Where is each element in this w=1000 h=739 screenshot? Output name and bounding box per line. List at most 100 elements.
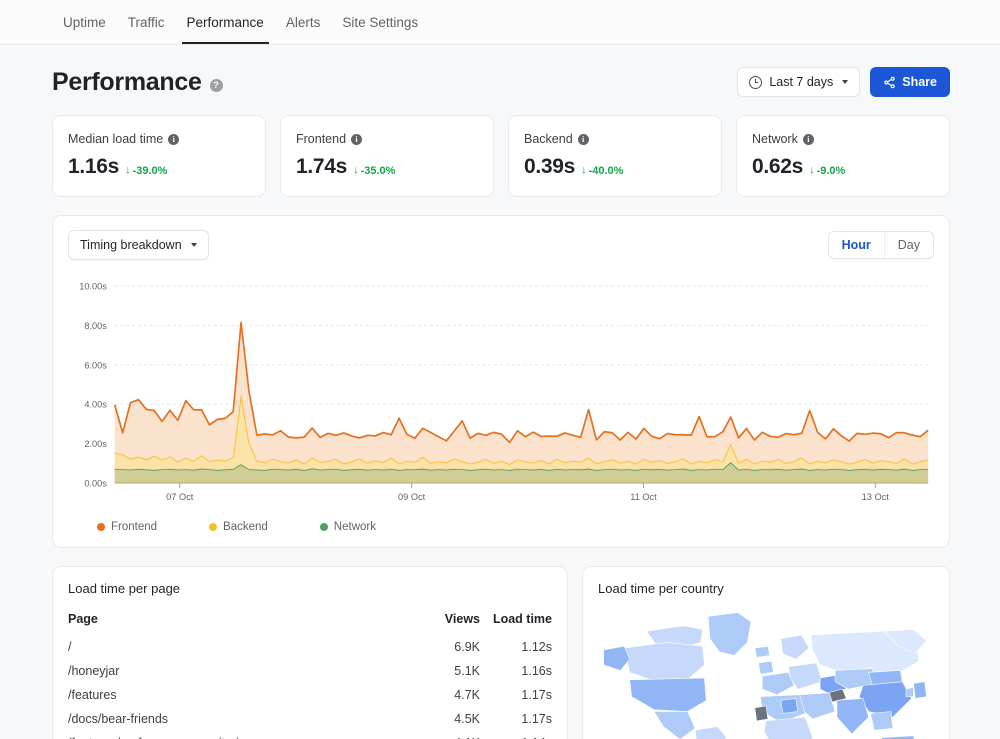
metric-delta: ↓ -35.0% xyxy=(353,165,395,177)
map-region xyxy=(630,678,707,712)
title-group: Performance ? xyxy=(52,68,223,97)
map-region xyxy=(781,635,809,659)
cell-load-time: 1.12s xyxy=(480,635,552,659)
metric-value-row: 1.16s ↓ -39.0% xyxy=(68,155,250,179)
page-header: Performance ? Last 7 days Share xyxy=(0,45,1000,97)
metric-label-row: Network i xyxy=(752,132,934,146)
table-header-row: Page Views Load time xyxy=(68,607,552,635)
timing-breakdown-label: Timing breakdown xyxy=(80,238,182,252)
metric-card-backend: Backend i 0.39s ↓ -40.0% xyxy=(508,115,722,197)
metric-card-frontend: Frontend i 1.74s ↓ -35.0% xyxy=(280,115,494,197)
metric-delta-value: -9.0% xyxy=(817,165,846,177)
map-region xyxy=(871,712,893,731)
metric-label: Network xyxy=(752,132,798,146)
map-region xyxy=(755,646,770,657)
header-actions: Last 7 days Share xyxy=(737,67,950,97)
table-row[interactable]: /features/performance-monitoring 4.1K 1.… xyxy=(68,731,552,739)
timing-breakdown-select[interactable]: Timing breakdown xyxy=(68,230,209,260)
cell-load-time: 1.16s xyxy=(480,659,552,683)
cell-views: 5.1K xyxy=(394,659,480,683)
map-region xyxy=(654,712,695,739)
metric-cards: Median load time i 1.16s ↓ -39.0% Fronte… xyxy=(0,97,1000,197)
map-region xyxy=(764,717,813,739)
map-region xyxy=(624,642,704,681)
legend-dot-frontend xyxy=(97,523,105,531)
x-axis-tick-label: 13 Oct xyxy=(862,492,890,502)
metric-delta: ↓ -39.0% xyxy=(125,165,167,177)
info-icon[interactable]: i xyxy=(803,134,814,145)
panel-title: Load time per country xyxy=(598,581,934,596)
interval-day-button[interactable]: Day xyxy=(884,232,933,258)
tab-alerts[interactable]: Alerts xyxy=(275,0,332,44)
map-region xyxy=(755,706,768,721)
table-row[interactable]: /docs/bear-friends 4.5K 1.17s xyxy=(68,707,552,731)
timing-chart-panel: Timing breakdown Hour Day 0.00s 2.00s 4.00… xyxy=(52,215,950,548)
column-header-views: Views xyxy=(394,607,480,635)
metric-value: 0.62s xyxy=(752,155,803,179)
y-axis-tick-label: 4.00s xyxy=(84,400,107,410)
metric-label-row: Frontend i xyxy=(296,132,478,146)
clock-icon xyxy=(749,76,762,89)
load-time-per-page-panel: Load time per page Page Views Load time … xyxy=(52,566,568,739)
info-icon[interactable]: i xyxy=(578,134,589,145)
info-icon[interactable]: i xyxy=(168,134,179,145)
cell-load-time: 1.17s xyxy=(480,683,552,707)
cell-page: / xyxy=(68,635,394,659)
interval-hour-button[interactable]: Hour xyxy=(829,232,884,258)
tab-label: Alerts xyxy=(286,15,321,30)
table-row[interactable]: /features 4.7K 1.17s xyxy=(68,683,552,707)
info-icon[interactable]: i xyxy=(351,134,362,145)
y-axis-tick-label: 6.00s xyxy=(84,360,107,370)
legend-dot-network xyxy=(320,523,328,531)
cell-views: 4.7K xyxy=(394,683,480,707)
timing-area-chart[interactable]: 0.00s2.00s4.00s6.00s8.00s10.00s07 Oct09 … xyxy=(68,278,934,513)
x-axis-tick-label: 09 Oct xyxy=(398,492,426,502)
table-row[interactable]: / 6.9K 1.12s xyxy=(68,635,552,659)
metric-value: 1.74s xyxy=(296,155,347,179)
y-axis-tick-label: 8.00s xyxy=(84,321,107,331)
page-title: Performance xyxy=(52,68,202,97)
world-choropleth-map[interactable] xyxy=(598,607,934,739)
metric-card-network: Network i 0.62s ↓ -9.0% xyxy=(736,115,950,197)
column-header-load-time: Load time xyxy=(480,607,552,635)
chart-toolbar: Timing breakdown Hour Day xyxy=(53,216,949,260)
metric-label-row: Backend i xyxy=(524,132,706,146)
date-range-picker[interactable]: Last 7 days xyxy=(737,67,860,97)
metric-value: 0.39s xyxy=(524,155,575,179)
map-region xyxy=(759,661,774,674)
y-axis-tick-label: 10.00s xyxy=(79,281,107,291)
map-region xyxy=(906,687,913,696)
legend-label: Backend xyxy=(223,521,268,533)
metric-delta-value: -39.0% xyxy=(133,165,168,177)
metric-value-row: 0.62s ↓ -9.0% xyxy=(752,155,934,179)
load-time-per-country-panel: Load time per country xyxy=(582,566,950,739)
arrow-down-icon: ↓ xyxy=(125,165,131,176)
map-region xyxy=(798,693,835,719)
metric-delta-value: -35.0% xyxy=(361,165,396,177)
metric-label: Backend xyxy=(524,132,573,146)
metric-label-row: Median load time i xyxy=(68,132,250,146)
map-region xyxy=(913,682,926,699)
metric-value-row: 1.74s ↓ -35.0% xyxy=(296,155,478,179)
map-region xyxy=(781,698,798,713)
arrow-down-icon: ↓ xyxy=(353,165,359,176)
table-row[interactable]: /honeyjar 5.1K 1.16s xyxy=(68,659,552,683)
x-axis-tick-label: 11 Oct xyxy=(630,492,657,502)
tab-site-settings[interactable]: Site Settings xyxy=(331,0,429,44)
legend-item-backend[interactable]: Backend xyxy=(209,521,268,533)
legend-label: Frontend xyxy=(111,521,157,533)
tab-traffic[interactable]: Traffic xyxy=(117,0,176,44)
legend-item-frontend[interactable]: Frontend xyxy=(97,521,157,533)
help-icon[interactable]: ? xyxy=(210,79,223,92)
y-axis-tick-label: 2.00s xyxy=(84,439,107,449)
chevron-down-icon xyxy=(842,80,848,84)
tab-performance[interactable]: Performance xyxy=(176,0,275,44)
metric-delta: ↓ -9.0% xyxy=(809,165,845,177)
chart-svg: 0.00s2.00s4.00s6.00s8.00s10.00s07 Oct09 … xyxy=(68,278,934,513)
tab-uptime[interactable]: Uptime xyxy=(52,0,117,44)
legend-item-network[interactable]: Network xyxy=(320,521,376,533)
y-axis-tick-label: 0.00s xyxy=(84,478,107,488)
share-button[interactable]: Share xyxy=(870,67,950,97)
column-header-page: Page xyxy=(68,607,394,635)
arrow-down-icon: ↓ xyxy=(809,165,815,176)
